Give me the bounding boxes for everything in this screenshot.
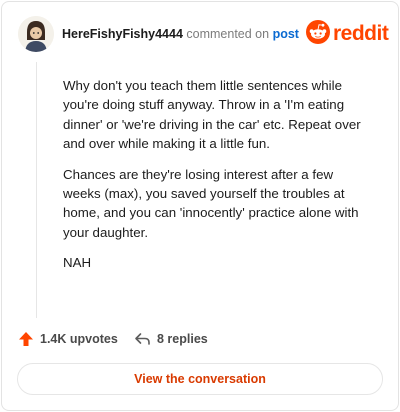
username[interactable]: HereFishyFishy4444 bbox=[62, 27, 183, 41]
comment-paragraph-3: NAH bbox=[63, 255, 92, 271]
reddit-logo[interactable]: reddit bbox=[306, 20, 389, 46]
upvote-arrow-icon bbox=[19, 332, 33, 346]
thread-line bbox=[36, 62, 37, 318]
reply-icon bbox=[135, 333, 150, 345]
comment-meta: HereFishyFishy4444 commented on post bbox=[62, 27, 299, 41]
avatar-illustration bbox=[18, 16, 54, 52]
reply-count: 8 replies bbox=[157, 332, 208, 346]
avatar[interactable] bbox=[18, 16, 54, 52]
comment-header: HereFishyFishy4444 commented on post red… bbox=[18, 16, 389, 54]
upvote-count: 1.4K upvotes bbox=[40, 332, 118, 346]
reddit-wordmark: reddit bbox=[333, 22, 389, 45]
comment-paragraph-1: Why don't you teach them little sentence… bbox=[63, 78, 361, 152]
comment-paragraph-2: Chances are they're losing interest afte… bbox=[63, 166, 359, 240]
post-link[interactable]: post bbox=[273, 27, 299, 41]
reddit-icon bbox=[306, 20, 330, 44]
upvote-button[interactable]: 1.4K upvotes bbox=[18, 331, 118, 347]
commented-on-text: commented on bbox=[186, 27, 270, 41]
comment-body: Why don't you teach them little sentence… bbox=[63, 76, 373, 284]
replies-button[interactable]: 8 replies bbox=[134, 331, 208, 347]
comment-card: HereFishyFishy4444 commented on post red… bbox=[1, 1, 399, 411]
view-conversation-button[interactable]: View the conversation bbox=[17, 363, 383, 395]
